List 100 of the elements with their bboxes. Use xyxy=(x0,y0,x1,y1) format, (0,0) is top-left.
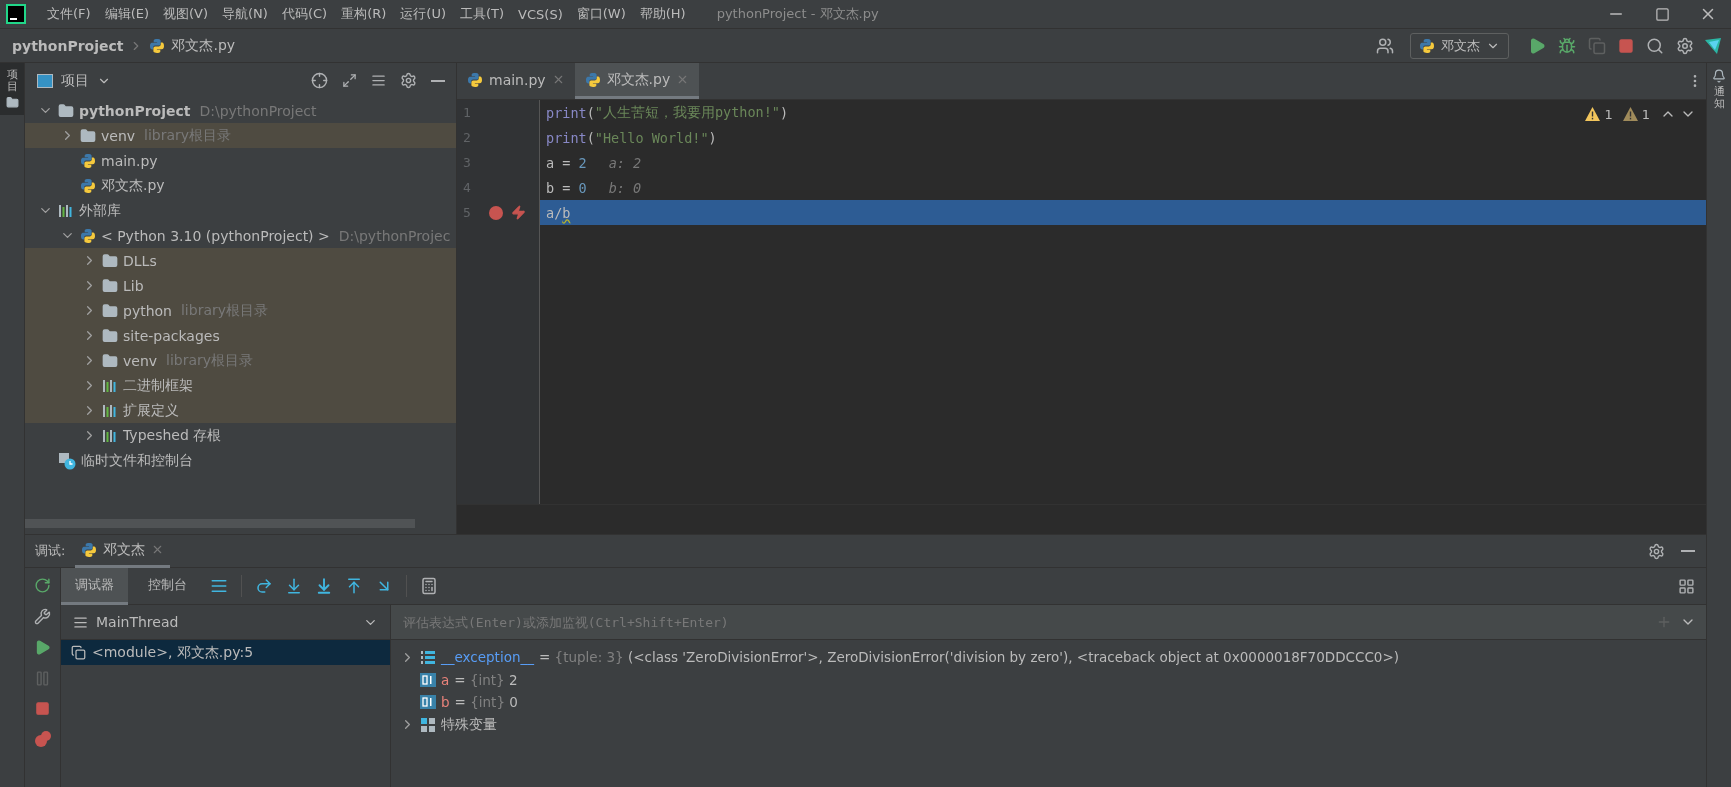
tool-window-tab[interactable]: 项目 xyxy=(0,63,24,116)
python-file-icon xyxy=(467,71,483,88)
editor-tab[interactable]: 邓文杰.py xyxy=(574,63,700,99)
scrollbar[interactable] xyxy=(25,518,415,528)
grid-icon xyxy=(420,716,436,733)
tree-hint: D:\pythonProject xyxy=(199,102,317,119)
python-icon xyxy=(80,227,96,244)
variable-name: __exception__ xyxy=(441,649,534,666)
menu-item[interactable]: 运行(U) xyxy=(393,5,453,23)
debug-icon xyxy=(1558,36,1576,55)
tree-row[interactable]: Lib xyxy=(25,273,456,298)
breadcrumb[interactable]: pythonProject xyxy=(12,37,124,54)
tree-row[interactable]: 邓文杰.py xyxy=(25,173,456,198)
stop-icon xyxy=(35,701,50,716)
pause-icon xyxy=(34,670,51,687)
library-icon xyxy=(102,403,118,418)
menu-item[interactable]: VCS(S) xyxy=(511,6,570,22)
tree-row[interactable]: 临时文件和控制台 xyxy=(25,448,456,473)
tree-row[interactable]: 外部库 xyxy=(25,198,456,223)
tree-row[interactable]: site-packages xyxy=(25,323,456,348)
folder-icon xyxy=(102,277,118,294)
settings-icon xyxy=(1676,36,1694,55)
menu-item[interactable]: 文件(F) xyxy=(40,5,98,23)
hide-button[interactable] xyxy=(1678,547,1698,555)
code-line: print("Hello World!") xyxy=(545,128,717,148)
panel-title: 调试: xyxy=(35,542,66,560)
stack-frame[interactable]: <module>, 邓文杰.py:5 xyxy=(61,640,390,665)
debugger-tab[interactable]: 控制台 xyxy=(134,567,201,605)
search-icon xyxy=(1646,36,1664,55)
tree-label: 邓文杰.py xyxy=(101,176,165,195)
tree-row[interactable]: 扩展定义 xyxy=(25,398,456,423)
folder-icon xyxy=(80,127,96,144)
menu-item[interactable]: 重构(R) xyxy=(334,5,394,23)
code-line: b = 0 b: 0 xyxy=(545,178,642,198)
warning-icon[interactable] xyxy=(1585,107,1601,121)
tree-label: venv xyxy=(123,352,158,369)
run-config-dropdown[interactable]: 邓文杰 xyxy=(1410,32,1509,59)
variable-name: a xyxy=(441,671,450,688)
menu-item[interactable]: 代码(C) xyxy=(274,5,335,23)
resume-icon xyxy=(34,639,51,656)
variable-row[interactable]: __exception__ = {tuple: 3} (<class 'ZeroDivisionError'>, ZeroDivisionError('division by zero'), <traceback object at 0x0000018F70DDCCC0>) xyxy=(391,646,1706,669)
debugger-tab[interactable]: 调试器 xyxy=(61,567,128,605)
tree-label: site-packages xyxy=(123,327,220,344)
variable-value: = {int} 2 xyxy=(454,671,518,688)
code-line: print("人生苦短，我要用python!") xyxy=(545,102,789,123)
user-icon[interactable] xyxy=(1376,36,1394,55)
menu-item[interactable]: 帮助(H) xyxy=(632,5,693,23)
variable-row[interactable]: a = {int} 2 xyxy=(391,668,1706,691)
project-view-selector[interactable]: 项目 xyxy=(37,71,111,90)
stop-icon xyxy=(1618,37,1634,54)
python-file-icon xyxy=(80,177,96,194)
folder-icon xyxy=(102,252,118,269)
thread-icon xyxy=(73,614,88,630)
variable-row[interactable]: 特殊变量 xyxy=(391,713,1706,736)
menu-item[interactable]: 视图(V) xyxy=(156,5,216,23)
wrench-icon xyxy=(34,608,51,625)
locate-icon xyxy=(311,72,328,89)
python-file-icon xyxy=(584,71,601,88)
tree-row[interactable]: pythonProject D:\pythonProject xyxy=(25,98,456,123)
tree-label: 二进制框架 xyxy=(123,376,193,395)
tree-row[interactable]: < Python 3.10 (pythonProject) > D:\pythonProjec xyxy=(25,223,456,248)
variable-name: b xyxy=(441,694,450,711)
menu-item[interactable]: 窗口(W) xyxy=(569,5,633,23)
rerun-icon xyxy=(34,577,51,594)
tree-row[interactable]: main.py xyxy=(25,148,456,173)
variable-row[interactable]: b = {int} 0 xyxy=(391,691,1706,714)
weak-warning-icon[interactable] xyxy=(1622,107,1638,121)
tree-label: python xyxy=(123,302,172,319)
tool-window-tab[interactable]: 通知 xyxy=(1707,63,1731,117)
step-over-icon xyxy=(255,577,273,595)
tree-label: < Python 3.10 (pythonProject) > xyxy=(101,227,330,244)
breadcrumb[interactable]: 邓文杰.py xyxy=(171,36,236,55)
plugin-logo-icon[interactable] xyxy=(1703,35,1723,56)
expand-all-icon xyxy=(342,73,357,88)
menu-item[interactable]: 编辑(E) xyxy=(97,5,156,23)
layout-icon xyxy=(1678,577,1695,595)
tree-label: venv xyxy=(101,127,136,144)
tree-row[interactable]: DLLs xyxy=(25,248,456,273)
folder-icon xyxy=(5,96,19,110)
editor-tab[interactable]: main.py xyxy=(457,63,575,99)
folder-icon xyxy=(102,327,118,344)
breakpoints-icon xyxy=(33,730,52,748)
window-icon xyxy=(37,73,53,88)
python-file-icon xyxy=(149,37,166,54)
tree-row[interactable]: Typeshed 存根 xyxy=(25,423,456,448)
step-into-icon xyxy=(285,577,303,595)
tree-label: DLLs xyxy=(123,252,157,269)
maximize-icon[interactable] xyxy=(1654,6,1670,22)
python-icon xyxy=(1419,37,1435,54)
execution-point-icon xyxy=(210,577,228,595)
breakpoint-icon[interactable] xyxy=(489,205,503,220)
tree-row[interactable]: 二进制框架 xyxy=(25,373,456,398)
settings-icon xyxy=(1648,542,1665,560)
folder-icon xyxy=(102,352,118,369)
menu-item[interactable]: 导航(N) xyxy=(215,5,275,23)
numbered-list-icon xyxy=(420,649,436,666)
tree-label: Lib xyxy=(123,277,144,294)
step-out-icon xyxy=(345,577,363,595)
tree-label: 外部库 xyxy=(79,201,121,220)
menu-item[interactable]: 工具(T) xyxy=(453,5,512,23)
